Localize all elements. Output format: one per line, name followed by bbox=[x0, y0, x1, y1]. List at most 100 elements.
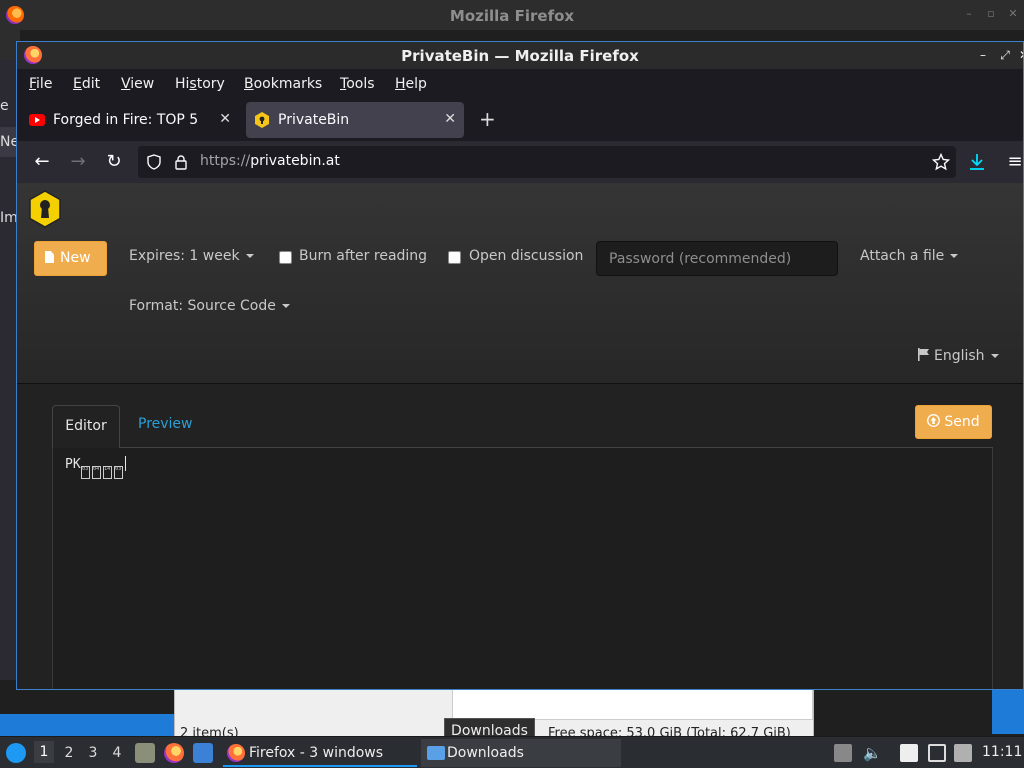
notes-tray-icon[interactable] bbox=[900, 744, 918, 762]
privatebin-logo-icon[interactable] bbox=[28, 190, 62, 228]
caret-down-icon bbox=[950, 254, 959, 258]
open-discussion-label: Open discussion bbox=[469, 248, 584, 264]
menu-edit[interactable]: Edit bbox=[73, 76, 100, 92]
paste-content: PK03 04 14 03 bbox=[65, 456, 126, 479]
youtube-icon bbox=[29, 114, 45, 126]
menu-history[interactable]: History bbox=[175, 76, 225, 92]
taskbar-downloads-label: Downloads bbox=[447, 745, 524, 761]
text-cursor bbox=[124, 456, 126, 471]
minimize-icon[interactable]: – bbox=[962, 7, 976, 21]
caret-down-icon bbox=[245, 254, 254, 258]
attach-file-dropdown[interactable]: Attach a file bbox=[860, 248, 959, 264]
maximize-icon[interactable]: ▫ bbox=[984, 7, 998, 21]
taskbar: 1 2 3 4 Firefox - 3 windows Downloads 🔈 … bbox=[0, 736, 1024, 768]
navigation-toolbar: ← → ↻ https://privatebin.at ≡ bbox=[17, 141, 1023, 183]
paste-content-text: PK bbox=[65, 457, 81, 472]
file-manager-pane bbox=[452, 690, 813, 720]
burn-after-reading-checkbox[interactable] bbox=[279, 251, 292, 264]
hamburger-menu-icon[interactable]: ≡ bbox=[1004, 151, 1023, 173]
tracking-shield-icon[interactable] bbox=[146, 154, 162, 170]
open-discussion-checkbox[interactable] bbox=[448, 251, 461, 264]
tab-close-icon[interactable]: ✕ bbox=[444, 111, 456, 127]
taskbar-downloads[interactable]: Downloads bbox=[421, 739, 621, 767]
privatebin-icon bbox=[255, 112, 269, 128]
menu-view[interactable]: View bbox=[121, 76, 154, 92]
desktop-launcher-icon[interactable] bbox=[193, 743, 213, 763]
caret-down-icon bbox=[990, 354, 999, 358]
tab-privatebin[interactable]: PrivateBin ✕ bbox=[246, 102, 464, 138]
menu-file[interactable]: File bbox=[29, 76, 52, 92]
lock-icon[interactable] bbox=[174, 154, 188, 170]
minimize-icon[interactable]: – bbox=[975, 47, 991, 63]
paste-textarea[interactable]: PK03 04 14 03 bbox=[52, 448, 993, 689]
tab-close-icon[interactable]: ✕ bbox=[219, 111, 231, 127]
format-label: Format: Source Code bbox=[129, 298, 276, 314]
background-window-title: Mozilla Firefox bbox=[449, 7, 575, 25]
background-text-fragment: e bbox=[0, 98, 9, 114]
send-button-label: Send bbox=[944, 414, 980, 430]
update-tray-icon[interactable] bbox=[954, 744, 972, 762]
burn-after-reading-label: Burn after reading bbox=[299, 248, 428, 264]
menu-tools[interactable]: Tools bbox=[340, 76, 375, 92]
send-button[interactable]: Send bbox=[915, 405, 992, 439]
menu-bookmarks[interactable]: Bookmarks bbox=[244, 76, 322, 92]
tab-label: PrivateBin bbox=[278, 112, 350, 128]
window-titlebar: PrivateBin — Mozilla Firefox – ⤢ ✕ bbox=[17, 42, 1023, 69]
tab-preview[interactable]: Preview bbox=[138, 416, 193, 432]
taskbar-firefox[interactable]: Firefox - 3 windows bbox=[223, 739, 417, 767]
workspace-1[interactable]: 1 bbox=[34, 741, 54, 763]
unknown-glyph: 04 bbox=[91, 466, 101, 479]
menubar: File Edit View History Bookmarks Tools H… bbox=[17, 69, 1023, 99]
workspace-3[interactable]: 3 bbox=[86, 745, 100, 761]
new-paste-button[interactable]: New bbox=[34, 241, 107, 276]
downloads-icon[interactable] bbox=[968, 152, 986, 172]
language-dropdown[interactable]: English bbox=[918, 348, 999, 364]
clipboard-tray-icon[interactable] bbox=[834, 744, 852, 762]
expiration-dropdown[interactable]: Expires: 1 week bbox=[129, 248, 254, 264]
desktop-background bbox=[0, 714, 174, 736]
expiration-label: Expires: 1 week bbox=[129, 248, 240, 264]
back-icon[interactable]: ← bbox=[31, 151, 53, 173]
bookmark-star-icon[interactable] bbox=[932, 153, 950, 171]
tab-label: Forged in Fire: TOP 5 DEADLIEST bbox=[53, 112, 203, 128]
unknown-glyph: 03 bbox=[80, 466, 90, 479]
unknown-glyph: 14 bbox=[102, 466, 112, 479]
firefox-window: PrivateBin — Mozilla Firefox – ⤢ ✕ File … bbox=[16, 41, 1024, 690]
maximize-icon[interactable]: ⤢ bbox=[997, 47, 1013, 63]
privatebin-toolbar: New Expires: 1 week Burn after reading O… bbox=[17, 183, 1023, 384]
application-menu-icon[interactable] bbox=[6, 743, 26, 763]
attach-file-label: Attach a file bbox=[860, 248, 945, 264]
flag-icon bbox=[918, 348, 929, 361]
volume-icon[interactable]: 🔈 bbox=[863, 744, 882, 762]
workspace-4[interactable]: 4 bbox=[110, 745, 124, 761]
window-title: PrivateBin — Mozilla Firefox bbox=[401, 47, 639, 65]
firefox-icon bbox=[227, 744, 245, 762]
close-icon[interactable]: ✕ bbox=[1006, 7, 1020, 21]
url-bar[interactable]: https://privatebin.at bbox=[138, 146, 956, 178]
forward-icon[interactable]: → bbox=[67, 151, 89, 173]
network-icon[interactable] bbox=[928, 744, 946, 762]
privatebin-page: New Expires: 1 week Burn after reading O… bbox=[17, 183, 1023, 689]
caret-down-icon bbox=[281, 304, 290, 308]
format-dropdown[interactable]: Format: Source Code bbox=[129, 298, 290, 314]
tab-forged-in-fire[interactable]: Forged in Fire: TOP 5 DEADLIEST ✕ bbox=[21, 102, 239, 138]
background-window-titlebar: Mozilla Firefox – ▫ ✕ bbox=[0, 0, 1024, 30]
clock[interactable]: 11:11 bbox=[982, 744, 1022, 760]
close-icon[interactable]: ✕ bbox=[1016, 47, 1023, 63]
reload-icon[interactable]: ↻ bbox=[103, 151, 125, 173]
firefox-launcher-icon[interactable] bbox=[164, 743, 184, 763]
folder-icon bbox=[427, 746, 445, 760]
new-tab-icon[interactable]: + bbox=[479, 109, 496, 129]
tab-editor[interactable]: Editor bbox=[52, 405, 120, 448]
workspace-2[interactable]: 2 bbox=[62, 745, 76, 761]
unknown-glyph: 03 bbox=[113, 466, 123, 479]
language-label: English bbox=[934, 348, 985, 364]
menu-help[interactable]: Help bbox=[395, 76, 427, 92]
new-button-label: New bbox=[60, 250, 91, 266]
file-manager-launcher-icon[interactable] bbox=[135, 743, 155, 763]
desktop-background bbox=[992, 690, 1024, 734]
file-icon bbox=[45, 251, 54, 263]
tab-strip: Forged in Fire: TOP 5 DEADLIEST ✕ Privat… bbox=[17, 99, 1023, 141]
password-input[interactable] bbox=[596, 241, 838, 276]
url-text[interactable]: https://privatebin.at bbox=[200, 153, 340, 169]
